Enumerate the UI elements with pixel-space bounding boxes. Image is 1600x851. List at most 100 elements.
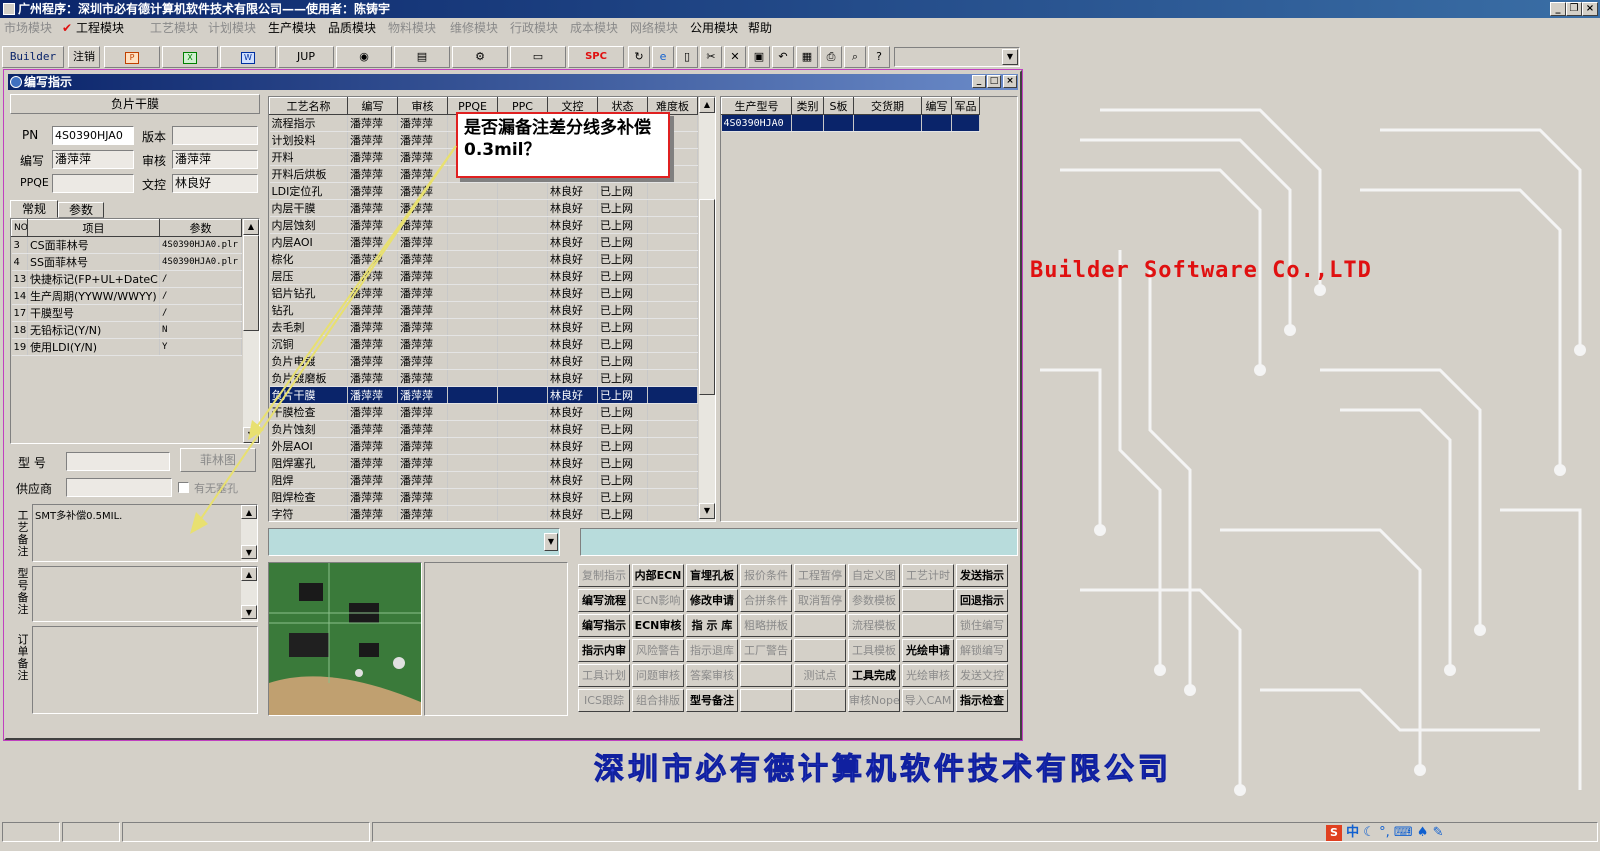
menu-item-2[interactable]: 工艺模块 xyxy=(150,18,198,38)
action-button[interactable]: 流程模板 xyxy=(848,614,900,637)
action-button[interactable]: ECN审核 xyxy=(632,614,684,637)
word-button[interactable]: W xyxy=(220,46,276,68)
scroll-down-icon[interactable]: ▼ xyxy=(241,605,257,619)
action-button[interactable] xyxy=(794,639,846,662)
ime-toolbar[interactable]: S 中 ☾ °, ⌨ ♠ ✎ xyxy=(1326,824,1443,842)
action-button[interactable]: 发送文控 xyxy=(956,664,1008,687)
action-button[interactable]: 答案审核 xyxy=(686,664,738,687)
menu-item-10[interactable]: 网络模块 xyxy=(630,18,678,38)
menu-item-9[interactable]: 成本模块 xyxy=(570,18,618,38)
action-button[interactable]: ECN影响 xyxy=(632,589,684,612)
scroll-down-icon[interactable]: ▼ xyxy=(699,503,715,519)
model-header-cell[interactable]: 编写 xyxy=(921,97,952,115)
chevron-down-icon[interactable]: ▼ xyxy=(1002,49,1018,65)
model-header-cell[interactable]: 军品 xyxy=(951,97,980,115)
moon-icon[interactable]: ☾ xyxy=(1363,825,1375,840)
spc-button[interactable]: SPC xyxy=(568,46,624,68)
shirt-icon[interactable]: ♠ xyxy=(1417,825,1429,840)
keyboard-icon[interactable]: ⌨ xyxy=(1394,825,1413,840)
ppqe-field[interactable] xyxy=(52,174,134,193)
print-button[interactable]: ⎙ xyxy=(820,46,842,68)
action-button[interactable]: 回退指示 xyxy=(956,589,1008,612)
action-button[interactable]: 编写流程 xyxy=(578,589,630,612)
action-button[interactable]: 内部ECN xyxy=(632,564,684,587)
action-button[interactable] xyxy=(794,689,846,712)
degree-icon[interactable]: °, xyxy=(1379,825,1390,840)
new-button[interactable]: ▯ xyxy=(676,46,698,68)
pn-field[interactable]: 4S0390HJA0 xyxy=(52,126,134,145)
right-combo[interactable] xyxy=(580,528,1018,556)
action-button[interactable]: 光绘审核 xyxy=(902,664,954,687)
action-button[interactable]: 指示退库 xyxy=(686,639,738,662)
chevron-down-icon[interactable]: ▼ xyxy=(544,533,558,551)
database-button[interactable]: ▤ xyxy=(394,46,450,68)
action-button[interactable] xyxy=(740,664,792,687)
model-header-cell[interactable]: 交货期 xyxy=(853,97,922,115)
action-button[interactable]: ICS跟踪 xyxy=(578,689,630,712)
menu-item-4[interactable]: 生产模块 xyxy=(268,18,316,38)
menu-item-8[interactable]: 行政模块 xyxy=(510,18,558,38)
supplier-field[interactable] xyxy=(66,478,172,497)
model-note-box[interactable]: ▲ ▼ xyxy=(32,566,258,622)
action-button[interactable]: 合拼条件 xyxy=(740,589,792,612)
save-button[interactable]: ▣ xyxy=(748,46,770,68)
menu-item-3[interactable]: 计划模块 xyxy=(208,18,256,38)
jup-button[interactable]: JUP xyxy=(278,46,334,68)
restore-button[interactable]: ❐ xyxy=(1566,2,1582,16)
menu-item-12[interactable]: 帮助 xyxy=(748,18,772,38)
order-note-box[interactable] xyxy=(32,626,258,714)
model-field[interactable] xyxy=(66,452,170,471)
model-row[interactable]: 4S0390HJA0 xyxy=(721,114,980,132)
action-button[interactable]: 报价条件 xyxy=(740,564,792,587)
computer-button[interactable]: ▭ xyxy=(510,46,566,68)
action-button[interactable]: 参数模板 xyxy=(848,589,900,612)
scroll-up-icon[interactable]: ▲ xyxy=(699,97,715,113)
excel-button[interactable]: X xyxy=(162,46,218,68)
action-button[interactable]: 指示内审 xyxy=(578,639,630,662)
process-header-cell[interactable]: 编写 xyxy=(347,97,398,115)
menu-item-7[interactable]: 维修模块 xyxy=(450,18,498,38)
model-note-scrollbar[interactable]: ▲ ▼ xyxy=(241,567,257,621)
builder-button[interactable]: Builder xyxy=(2,46,64,68)
action-button[interactable] xyxy=(902,614,954,637)
chinese-mode-icon[interactable]: 中 xyxy=(1346,825,1359,840)
action-button[interactable]: 编写指示 xyxy=(578,614,630,637)
action-button[interactable]: 问题审核 xyxy=(632,664,684,687)
action-button[interactable]: 锁住编写 xyxy=(956,614,1008,637)
action-button[interactable]: 型号备注 xyxy=(686,689,738,712)
process-header-cell[interactable]: 审核 xyxy=(397,97,448,115)
menu-item-11[interactable]: 公用模块 xyxy=(690,18,738,38)
wrench-icon[interactable]: ✎ xyxy=(1433,825,1444,840)
action-button[interactable] xyxy=(794,614,846,637)
model-header-cell[interactable]: 生产型号 xyxy=(721,97,792,115)
tab-general[interactable]: 常规 xyxy=(10,200,58,218)
process-scrollbar[interactable]: ▲ ▼ xyxy=(699,97,715,521)
action-button[interactable]: 导入CAM xyxy=(902,689,954,712)
process-header-cell[interactable]: 工艺名称 xyxy=(269,97,348,115)
help-button[interactable]: ? xyxy=(868,46,890,68)
action-button[interactable]: 工具模板 xyxy=(848,639,900,662)
network-button[interactable]: ⚙ xyxy=(452,46,508,68)
window-minimize-button[interactable]: _ xyxy=(972,75,986,88)
writer-field[interactable]: 潘萍萍 xyxy=(52,150,134,169)
logout-button[interactable]: 注销 xyxy=(68,46,100,68)
action-button[interactable]: 解锁编写 xyxy=(956,639,1008,662)
model-header-cell[interactable]: S板 xyxy=(823,97,854,115)
action-button[interactable] xyxy=(740,689,792,712)
action-button[interactable]: 风险警告 xyxy=(632,639,684,662)
menu-item-0[interactable]: 市场模块 xyxy=(4,18,52,38)
action-button[interactable]: 取消暂停 xyxy=(794,589,846,612)
menu-item-5[interactable]: 品质模块 xyxy=(328,18,376,38)
action-button[interactable]: 光绘申请 xyxy=(902,639,954,662)
action-button[interactable] xyxy=(902,589,954,612)
action-button[interactable]: 组合排版 xyxy=(632,689,684,712)
tab-parameters[interactable]: 参数 xyxy=(58,202,104,218)
close-button[interactable]: × xyxy=(1582,2,1598,16)
minimize-button[interactable]: _ xyxy=(1550,2,1566,16)
undo-button[interactable]: ↶ xyxy=(772,46,794,68)
toolbar-combo[interactable]: ▼ xyxy=(894,47,1020,67)
action-button[interactable]: 工程暂停 xyxy=(794,564,846,587)
action-button[interactable]: 工厂警告 xyxy=(740,639,792,662)
find-button[interactable]: ⌕ xyxy=(844,46,866,68)
scroll-down-icon[interactable]: ▼ xyxy=(241,545,257,559)
